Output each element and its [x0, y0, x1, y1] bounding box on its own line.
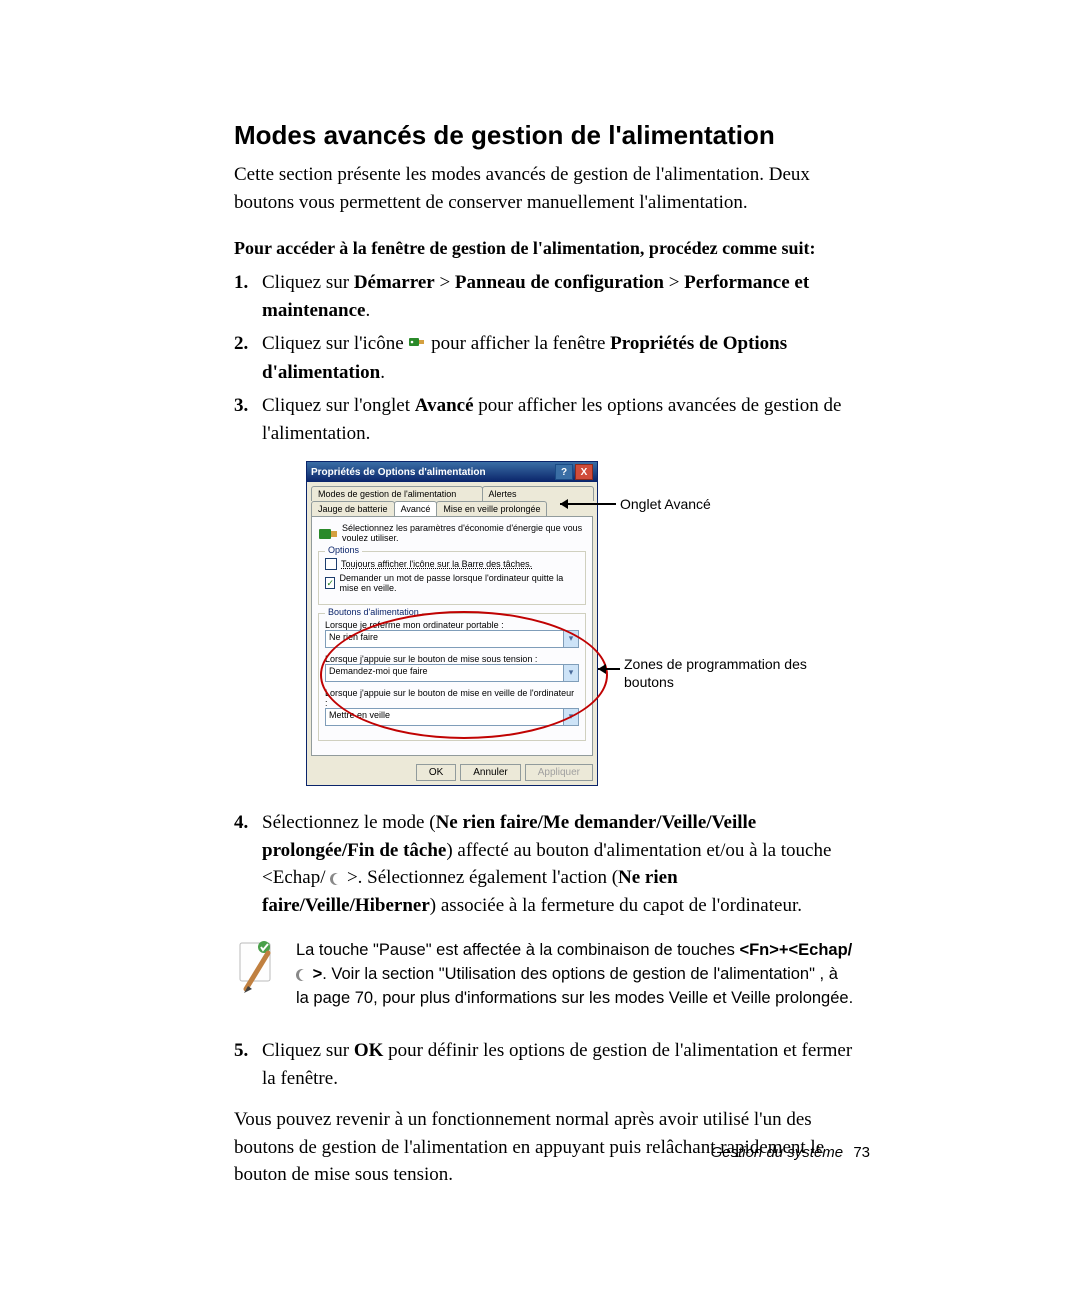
tab-hibernate[interactable]: Mise en veille prolongée: [436, 501, 547, 516]
chevron-down-icon: ▾: [563, 631, 578, 647]
tab-advanced[interactable]: Avancé: [394, 501, 438, 516]
note-icon: [234, 939, 296, 1011]
callout-button-zones: Zones de programmation des boutons: [624, 656, 824, 691]
checkbox-taskbar-icon[interactable]: Toujours afficher l'icône sur la Barre d…: [325, 558, 579, 570]
step-4-num: 4.: [234, 809, 262, 919]
close-button[interactable]: X: [575, 464, 593, 480]
dialog-desc: Sélectionnez les paramètres d'économie d…: [342, 523, 586, 543]
footer-section: Gestion du système: [711, 1144, 844, 1161]
power-options-icon: [408, 331, 426, 359]
lid-close-label: Lorsque je referme mon ordinateur portab…: [325, 620, 579, 630]
callout-line: [598, 668, 620, 670]
step-5: 5. Cliquez sur OK pour définir les optio…: [234, 1037, 854, 1092]
step-1: 1. Cliquez sur Démarrer > Panneau de con…: [234, 269, 854, 324]
procedure-lead: Pour accéder à la fenêtre de gestion de …: [234, 238, 854, 259]
step-2: 2. Cliquez sur l'icône pour afficher la …: [234, 330, 854, 386]
help-button[interactable]: ?: [555, 464, 573, 480]
step-4: 4. Sélectionnez le mode (Ne rien faire/M…: [234, 809, 854, 919]
lid-close-combo[interactable]: Ne rien faire ▾: [325, 630, 579, 648]
options-group-label: Options: [325, 545, 362, 555]
callout-advanced-tab: Onglet Avancé: [620, 496, 711, 512]
info-note: La touche "Pause" est affectée à la comb…: [234, 939, 854, 1011]
step-3-num: 3.: [234, 392, 262, 447]
cancel-button[interactable]: Annuler: [460, 764, 520, 781]
sleep-button-combo[interactable]: Mettre en veille ▾: [325, 708, 579, 726]
page-number: 73: [853, 1144, 870, 1161]
dialog-title: Propriétés de Options d'alimentation: [311, 467, 553, 478]
checkbox-password[interactable]: ✓ Demander un mot de passe lorsque l'ord…: [325, 573, 579, 593]
tab-power-schemes[interactable]: Modes de gestion de l'alimentation: [311, 486, 483, 501]
checkbox-icon: [325, 558, 337, 570]
sleep-button-label: Lorsque j'appuie sur le bouton de mise e…: [325, 688, 579, 708]
page-footer: Gestion du système 73: [711, 1144, 870, 1161]
moon-icon: [330, 873, 342, 885]
dialog-titlebar[interactable]: Propriétés de Options d'alimentation ? X: [307, 462, 597, 482]
tab-battery-gauge[interactable]: Jauge de batterie: [311, 501, 395, 516]
properties-dialog: Propriétés de Options d'alimentation ? X…: [306, 461, 598, 786]
dialog-figure: Propriétés de Options d'alimentation ? X…: [294, 461, 914, 791]
checkbox-icon: ✓: [325, 577, 335, 589]
intro-text: Cette section présente les modes avancés…: [234, 161, 854, 216]
section-heading: Modes avancés de gestion de l'alimentati…: [234, 120, 854, 151]
tab-alerts[interactable]: Alertes: [482, 486, 594, 501]
power-buttons-group-label: Boutons d'alimentation: [325, 607, 422, 617]
apply-button[interactable]: Appliquer: [525, 764, 593, 781]
chevron-down-icon: ▾: [563, 709, 578, 725]
step-2-num: 2.: [234, 330, 262, 386]
ok-button[interactable]: OK: [416, 764, 456, 781]
callout-line: [560, 503, 616, 505]
step-5-num: 5.: [234, 1037, 262, 1092]
chevron-down-icon: ▾: [563, 665, 578, 681]
power-button-label: Lorsque j'appuie sur le bouton de mise s…: [325, 654, 579, 664]
power-button-combo[interactable]: Demandez-moi que faire ▾: [325, 664, 579, 682]
moon-icon: [296, 969, 308, 981]
step-1-num: 1.: [234, 269, 262, 324]
power-icon: [318, 523, 342, 545]
step-3: 3. Cliquez sur l'onglet Avancé pour affi…: [234, 392, 854, 447]
